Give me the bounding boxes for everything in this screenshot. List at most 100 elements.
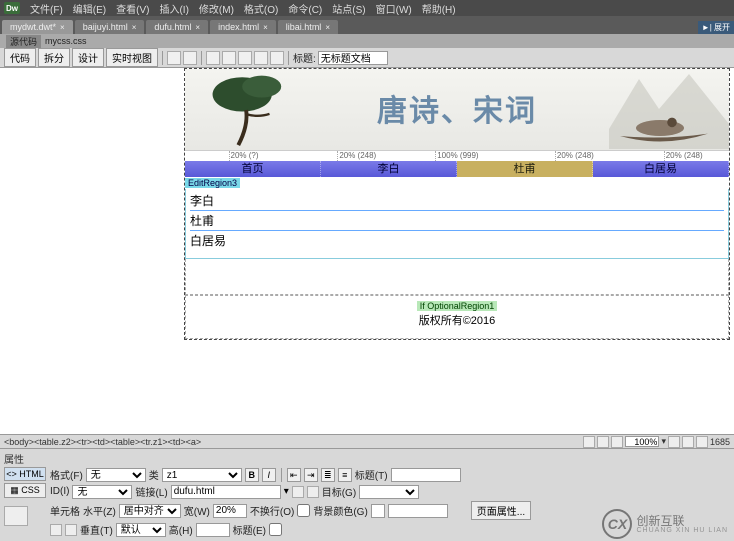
close-icon[interactable]: × <box>132 23 137 32</box>
mode-html-button[interactable]: <> HTML <box>4 467 46 481</box>
halign-select[interactable]: 居中对齐 <box>119 504 181 518</box>
ul-button[interactable]: ≣ <box>321 468 335 482</box>
tree-graphic <box>205 71 295 149</box>
footer-cell[interactable]: If OptionalRegion1 版权所有©2016 <box>185 295 729 339</box>
mode-css-button[interactable]: ▦ CSS <box>4 483 46 498</box>
content-line[interactable]: 杜甫 <box>190 212 724 229</box>
close-icon[interactable]: × <box>325 23 330 32</box>
menu-file[interactable]: 文件(F) <box>26 1 67 16</box>
menu-format[interactable]: 格式(O) <box>240 1 282 16</box>
copyright-text: 版权所有©2016 <box>419 312 496 328</box>
indent-button[interactable]: ⇥ <box>304 468 318 482</box>
id-select[interactable]: 无 <box>72 485 132 499</box>
folder-icon[interactable] <box>307 486 319 498</box>
italic-button[interactable]: I <box>262 468 276 482</box>
screen-size-icon[interactable] <box>696 436 708 448</box>
visual-aids-icon[interactable] <box>222 51 236 65</box>
zoom-tool-icon[interactable] <box>611 436 623 448</box>
nowrap-checkbox[interactable] <box>297 504 310 517</box>
optional-region-tag[interactable]: If OptionalRegion1 <box>417 301 498 311</box>
page-properties-button[interactable]: 页面属性... <box>471 501 531 520</box>
select-tool-icon[interactable] <box>583 436 595 448</box>
menu-window[interactable]: 窗口(W) <box>372 1 416 16</box>
menu-edit[interactable]: 编辑(E) <box>69 1 110 16</box>
nav-dufu[interactable]: 杜甫 <box>457 161 593 177</box>
options-icon[interactable] <box>238 51 252 65</box>
header-cell-checkbox[interactable] <box>269 523 282 536</box>
refresh-icon[interactable] <box>183 51 197 65</box>
screen-size-icon[interactable] <box>682 436 694 448</box>
related-source[interactable]: 源代码 <box>6 35 41 48</box>
doc-title-input[interactable] <box>318 51 388 65</box>
menu-bar: Dw 文件(F) 编辑(E) 查看(V) 插入(I) 修改(M) 格式(O) 命… <box>0 0 734 16</box>
inspect-icon[interactable] <box>167 51 181 65</box>
view-split-button[interactable]: 拆分 <box>38 48 70 67</box>
nav-row: 首页 李白 杜甫 白居易 <box>185 161 729 177</box>
nowrap-label: 不换行(O) <box>250 503 294 518</box>
menu-modify[interactable]: 修改(M) <box>195 1 238 16</box>
tab-mydwt[interactable]: mydwt.dwt*× <box>2 20 73 34</box>
content-line[interactable]: 李白 <box>190 192 724 209</box>
view-live-button[interactable]: 实时视图 <box>106 48 158 67</box>
format-select[interactable]: 无 <box>86 468 146 482</box>
title-attr-input[interactable] <box>391 468 461 482</box>
outdent-button[interactable]: ⇤ <box>287 468 301 482</box>
tab-dufu[interactable]: dufu.html× <box>146 20 208 34</box>
tab-libai[interactable]: libai.html× <box>278 20 338 34</box>
separator <box>288 51 289 65</box>
nav-libai[interactable]: 李白 <box>321 161 457 177</box>
close-icon[interactable]: × <box>60 23 65 32</box>
valign-select[interactable]: 默认 <box>116 523 166 537</box>
related-css[interactable]: mycss.css <box>45 36 87 46</box>
chevron-down-icon[interactable]: ▾ <box>284 486 289 497</box>
properties-header: 属性 <box>4 451 730 466</box>
point-to-file-icon[interactable] <box>292 486 304 498</box>
nav-baijuyi[interactable]: 白居易 <box>593 161 729 177</box>
target-select[interactable] <box>359 485 419 499</box>
bold-button[interactable]: B <box>245 468 259 482</box>
menu-site[interactable]: 站点(S) <box>328 1 369 16</box>
bgcolor-swatch[interactable] <box>371 504 385 518</box>
tag-path[interactable]: <body><table.z2><tr><td><table><tr.z1><t… <box>4 437 583 447</box>
tab-baijuyi[interactable]: baijuyi.html× <box>75 20 145 34</box>
boat-graphic <box>609 108 719 148</box>
menu-commands[interactable]: 命令(C) <box>284 1 326 16</box>
id-label: ID(I) <box>50 486 69 497</box>
hand-tool-icon[interactable] <box>597 436 609 448</box>
app-logo: Dw <box>4 2 20 14</box>
browser-icon[interactable] <box>206 51 220 65</box>
view-design-button[interactable]: 设计 <box>72 48 104 67</box>
page-canvas[interactable]: 唐诗、宋词 20% (?) 20% (248) 100% (999) 20% (… <box>184 68 730 340</box>
link-input[interactable] <box>171 485 281 499</box>
ol-button[interactable]: ≡ <box>338 468 352 482</box>
chevron-down-icon[interactable]: ▾ <box>661 436 666 447</box>
upload-icon[interactable] <box>270 51 284 65</box>
separator <box>162 51 163 65</box>
bgcolor-input[interactable] <box>388 504 448 518</box>
menu-insert[interactable]: 插入(I) <box>155 1 192 16</box>
empty-cell[interactable] <box>185 259 729 295</box>
close-icon[interactable]: × <box>263 23 268 32</box>
text-cursor <box>190 210 724 211</box>
tab-index[interactable]: index.html× <box>210 20 276 34</box>
height-input[interactable] <box>196 523 230 537</box>
class-select[interactable]: z1 <box>162 468 242 482</box>
ruler-mark: 20% (248) <box>664 151 703 161</box>
split-cell-icon[interactable] <box>65 524 77 536</box>
nav-home[interactable]: 首页 <box>185 161 321 177</box>
cell-label: 单元格 <box>50 503 80 518</box>
check-icon[interactable] <box>254 51 268 65</box>
width-input[interactable] <box>213 504 247 518</box>
screen-size-icon[interactable] <box>668 436 680 448</box>
menu-view[interactable]: 查看(V) <box>112 1 153 16</box>
merge-cells-icon[interactable] <box>50 524 62 536</box>
content-line[interactable]: 白居易 <box>190 232 724 249</box>
view-code-button[interactable]: 代码 <box>4 48 36 67</box>
zoom-input[interactable] <box>625 436 659 447</box>
editable-region-tag[interactable]: EditRegion3 <box>185 178 240 188</box>
menu-help[interactable]: 帮助(H) <box>418 1 460 16</box>
editable-region[interactable]: 李白 杜甫 白居易 <box>185 189 729 259</box>
link-label: 链接(L) <box>135 484 167 499</box>
panel-collapse-button[interactable]: ►| 展开 <box>698 21 734 34</box>
close-icon[interactable]: × <box>195 23 200 32</box>
